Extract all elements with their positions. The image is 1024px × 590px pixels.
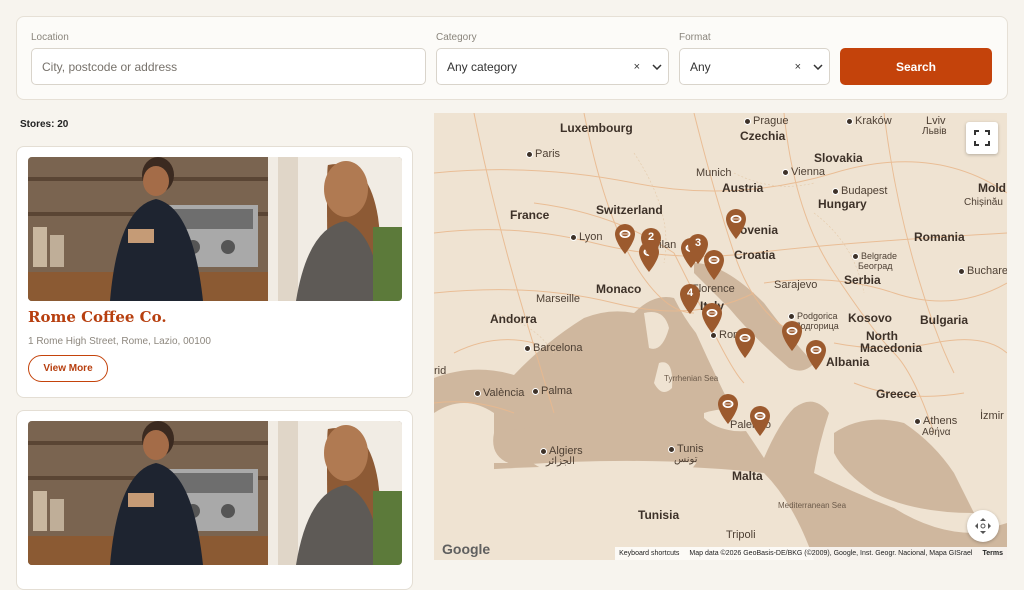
pan-control-icon[interactable] (967, 510, 999, 542)
store-pin[interactable] (716, 393, 740, 425)
map-label: تونس (674, 454, 698, 465)
map-label: Luxembourg (560, 121, 633, 135)
map-label: Tripoli (726, 529, 756, 541)
chevron-down-icon[interactable] (646, 49, 668, 84)
store-pin[interactable] (748, 405, 772, 437)
map-label: İzmir (980, 410, 1004, 422)
search-button[interactable]: Search (840, 48, 992, 85)
map-label: Serbia (844, 273, 881, 287)
fullscreen-icon[interactable] (966, 122, 998, 154)
map-label: Sarajevo (774, 279, 818, 291)
format-select[interactable]: Any × (679, 48, 830, 85)
store-pin[interactable] (733, 327, 757, 359)
map-label: Romania (914, 230, 965, 244)
cluster-count: 2 (647, 231, 655, 243)
map-label: rid (434, 365, 447, 377)
category-value: Any category (447, 59, 518, 74)
map-label: Lyon (570, 231, 602, 243)
store-card: Rome Coffee Co. 1 Rome High Street, Rome… (16, 146, 413, 398)
map-label: Tyrrhenian Sea (664, 374, 719, 383)
store-card (16, 410, 413, 590)
store-pin[interactable] (700, 302, 724, 334)
map-label: Kraków (846, 115, 892, 127)
map-label: Andorra (490, 312, 537, 326)
map-label: Albania (826, 355, 870, 369)
keyboard-shortcuts-link[interactable]: Keyboard shortcuts (619, 550, 679, 557)
store-title: Rome Coffee Co. (28, 308, 167, 326)
store-photo (28, 157, 402, 301)
map-label: Mediterranean Sea (778, 501, 847, 510)
category-clear-icon[interactable]: × (634, 61, 640, 73)
view-more-button[interactable]: View More (28, 355, 108, 382)
store-pin[interactable] (613, 223, 637, 255)
map-label: Monaco (596, 282, 642, 296)
cluster-count: 3 (694, 237, 702, 249)
store-map[interactable]: Luxembourg Prague Czechia Kraków Lviv Ль… (434, 113, 1007, 560)
map-label: Bulgaria (920, 313, 969, 327)
map-label: Malta (732, 469, 763, 483)
map-label: Macedonia (860, 341, 923, 355)
map-label: Львів (922, 126, 947, 137)
map-label: Barcelona (524, 342, 583, 354)
map-label: Switzerland (596, 203, 663, 217)
map-label: Belgrade (852, 251, 897, 261)
map-label: Budapest (832, 185, 887, 197)
map-label: Hungary (818, 197, 867, 211)
format-label: Format (679, 32, 711, 43)
map-label: Austria (722, 181, 764, 195)
chevron-down-icon[interactable] (807, 49, 829, 84)
cluster-pin[interactable]: 4 (678, 283, 702, 315)
store-address: 1 Rome High Street, Rome, Lazio, 00100 (28, 336, 211, 347)
map-label: Kosovo (848, 311, 893, 325)
cluster-pin[interactable]: 2 (639, 227, 663, 259)
filter-bar: Location Category Any category × Format … (16, 16, 1008, 100)
map-label: Chișinău (964, 197, 1003, 208)
map-label: Београд (858, 261, 893, 271)
map-label: Greece (876, 387, 917, 401)
cluster-count: 4 (686, 287, 694, 299)
map-label: Croatia (734, 248, 776, 262)
location-input[interactable] (42, 49, 425, 84)
google-logo: Google (442, 541, 491, 557)
map-label: Buchares (958, 265, 1007, 277)
cluster-pin[interactable]: 3 (686, 233, 710, 265)
map-label: Vienna (782, 166, 825, 178)
map-label: Paris (526, 148, 560, 160)
map-label: الجزائر (546, 456, 575, 467)
map-label: Munich (696, 167, 732, 179)
map-label: Athens (914, 415, 957, 427)
map-label: Prague (744, 115, 788, 127)
map-label: València (474, 387, 524, 399)
store-photo (28, 421, 402, 565)
map-label: Αθήνα (922, 427, 951, 438)
format-value: Any (690, 59, 711, 74)
category-label: Category (436, 32, 477, 43)
map-label: France (510, 208, 550, 222)
stores-count: Stores: 20 (20, 119, 69, 130)
location-field-wrapper (31, 48, 426, 85)
map-data-text: Map data ©2026 GeoBasis-DE/BKG (©2009), … (689, 550, 973, 557)
map-attribution: Keyboard shortcuts Map data ©2026 GeoBas… (615, 547, 1007, 560)
map-label: Palma (532, 385, 572, 397)
location-label: Location (31, 32, 69, 43)
terms-link[interactable]: Terms (983, 550, 1004, 557)
map-label: Slovakia (814, 151, 863, 165)
format-clear-icon[interactable]: × (795, 61, 801, 73)
map-label: Marseille (536, 293, 581, 305)
store-pin[interactable] (804, 339, 828, 371)
map-label: Mold (978, 181, 1006, 195)
map-label: Czechia (740, 129, 786, 143)
store-pin[interactable] (724, 208, 748, 240)
map-label: Tunisia (638, 508, 680, 522)
category-select[interactable]: Any category × (436, 48, 669, 85)
store-pin[interactable] (780, 320, 804, 352)
